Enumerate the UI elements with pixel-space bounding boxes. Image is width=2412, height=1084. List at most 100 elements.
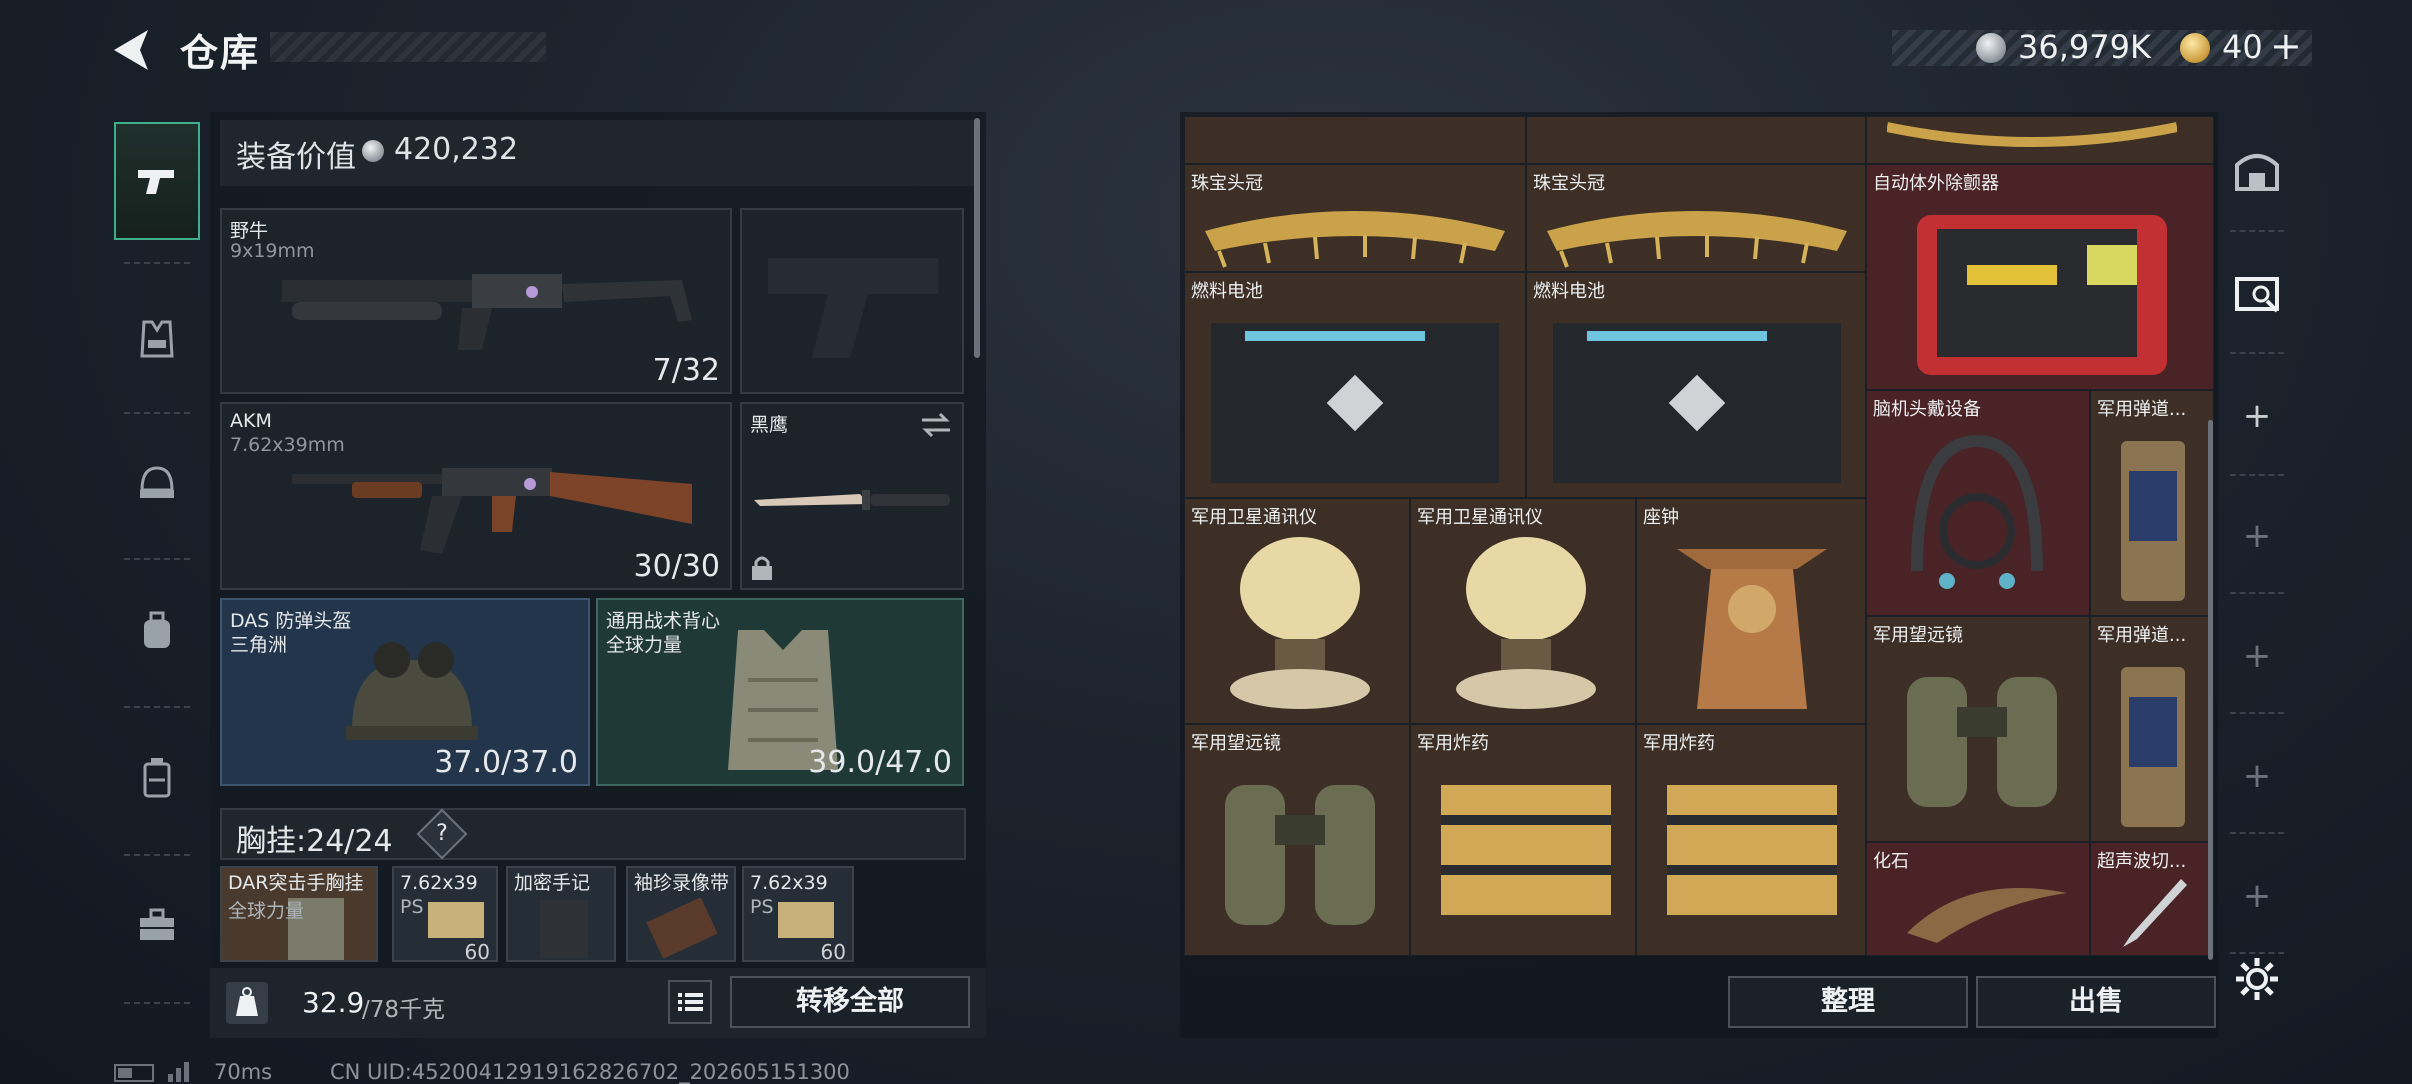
tab-backpacks[interactable] xyxy=(114,572,200,690)
rifle-image xyxy=(292,468,692,554)
notebook-image xyxy=(540,900,588,958)
stash-item[interactable]: 军用弹道... xyxy=(2090,390,2214,616)
add-storage-button[interactable]: + xyxy=(2218,396,2296,436)
transfer-all-button[interactable]: 转移全部 xyxy=(730,976,970,1028)
stash-item[interactable]: 珠宝头冠 xyxy=(1184,164,1526,272)
ammo-box-image xyxy=(778,902,834,938)
stash-scrollbar[interactable] xyxy=(2208,420,2213,960)
helmet-slot[interactable]: DAS 防弹头盔 三角洲 37.0/37.0 xyxy=(220,598,590,786)
list-view-button[interactable] xyxy=(668,980,712,1024)
stash-item[interactable]: 燃料电池 xyxy=(1184,272,1526,498)
add-storage-button[interactable]: + xyxy=(2218,516,2296,556)
stash-item[interactable]: 军用望远镜 xyxy=(1184,724,1410,956)
crown-image xyxy=(1547,211,1847,268)
explosive-crate-image xyxy=(1667,785,1837,915)
backpack-icon xyxy=(144,611,170,648)
settings-gear-icon[interactable] xyxy=(2234,956,2280,1002)
weapon-name: AKM xyxy=(230,410,272,432)
rig-item[interactable]: DAR突击手胸挂 全球力量 xyxy=(220,866,378,962)
stash-item[interactable]: 自动体外除颤器 xyxy=(1866,164,2214,390)
stash-grid: 珠宝头冠 珠宝头冠 自动体外除颤器 燃料电池 燃料电池 脑机头戴设备 军用弹道.… xyxy=(1184,116,2214,956)
back-arrow-icon xyxy=(114,30,148,70)
crown-image xyxy=(1205,211,1505,268)
tab-rigs[interactable] xyxy=(114,280,200,398)
stash-item[interactable]: 军用望远镜 xyxy=(1866,616,2090,842)
weapon-name: 野牛 xyxy=(230,220,269,242)
collection-icon xyxy=(2235,277,2279,313)
battery-icon xyxy=(114,1064,154,1082)
tab-storage[interactable] xyxy=(2218,112,2296,230)
primary-weapon-slot[interactable]: 野牛 9x19mm 7/32 xyxy=(220,208,732,394)
armor-slot[interactable]: 通用战术背心 全球力量 39.0/47.0 xyxy=(596,598,964,786)
add-gold-button[interactable]: + xyxy=(2270,24,2302,68)
page-title: 仓库 xyxy=(180,31,261,75)
loadout-scrollbar[interactable] xyxy=(974,118,980,358)
case-icon xyxy=(143,758,171,798)
helmet-name: DAS 防弹头盔 xyxy=(230,610,352,632)
signal-icon xyxy=(168,1062,189,1082)
secondary-weapon-slot[interactable]: AKM 7.62x39mm 30/30 xyxy=(220,402,732,590)
binoculars-image xyxy=(1225,785,1375,925)
sell-button[interactable]: 出售 xyxy=(1976,976,2216,1028)
stash-item[interactable]: 军用炸药 xyxy=(1636,724,1866,956)
equip-value-amount: 420,232 xyxy=(394,132,519,167)
tab-weapons[interactable] xyxy=(114,122,200,240)
helmet-faction: 三角洲 xyxy=(230,634,288,656)
silver-coin-icon xyxy=(362,140,384,162)
stash-item-partial[interactable] xyxy=(1184,116,1526,164)
add-storage-button[interactable]: + xyxy=(2218,876,2296,916)
weight-value: 32.9 xyxy=(302,986,365,1019)
toolbox-icon xyxy=(140,908,174,940)
pistol-silhouette-icon xyxy=(768,258,938,358)
stash-item[interactable]: 军用卫星通讯仪 xyxy=(1410,498,1636,724)
stash-item[interactable]: 超声波切... xyxy=(2090,842,2214,956)
silver-amount: 36,979K xyxy=(2018,28,2151,66)
tab-cases[interactable] xyxy=(114,718,200,836)
satellite-dish-image xyxy=(1456,537,1596,709)
headset-image xyxy=(1911,434,2043,589)
helmet-durability: 37.0/37.0 xyxy=(434,745,578,780)
tab-collection[interactable] xyxy=(2218,234,2296,352)
fuel-cell-image xyxy=(1211,323,1499,483)
stash-item[interactable]: 军用弹道... xyxy=(2090,616,2214,842)
stash-item-partial[interactable] xyxy=(1526,116,1866,164)
stash-item[interactable]: 军用卫星通讯仪 xyxy=(1184,498,1410,724)
stash-item[interactable]: 燃料电池 xyxy=(1526,272,1866,498)
equip-value-label: 装备价值 xyxy=(236,140,356,175)
explosive-crate-image xyxy=(1441,785,1611,915)
add-storage-button[interactable]: + xyxy=(2218,636,2296,676)
stash-item-partial[interactable] xyxy=(1866,116,2214,164)
sort-button[interactable]: 整理 xyxy=(1728,976,1968,1028)
storage-icon xyxy=(2235,154,2279,191)
add-storage-button[interactable]: + xyxy=(2218,756,2296,796)
rig-capacity: 胸挂:24/24 xyxy=(236,824,393,859)
stash-item[interactable]: 化石 xyxy=(1866,842,2090,956)
ping-readout: 70ms xyxy=(214,1060,273,1084)
stash-item[interactable]: 珠宝头冠 xyxy=(1526,164,1866,272)
stash-item[interactable]: 座钟 xyxy=(1636,498,1866,724)
vest-durability: 39.0/47.0 xyxy=(808,745,952,780)
stash-item[interactable]: 军用炸药 xyxy=(1410,724,1636,956)
weight-icon xyxy=(226,982,268,1024)
fossil-image xyxy=(1907,888,2067,943)
melee-name: 黑鹰 xyxy=(750,414,789,436)
lock-icon xyxy=(752,556,772,580)
tab-tools[interactable] xyxy=(114,866,200,984)
rig-item[interactable]: 7.62x39 PS 60 xyxy=(392,866,498,962)
fuel-cell-image xyxy=(1553,323,1841,483)
ammo-box-image xyxy=(428,902,484,938)
rig-item[interactable]: 7.62x39 PS 60 xyxy=(742,866,854,962)
swap-icon[interactable] xyxy=(920,412,952,438)
rig-item[interactable]: 袖珍录像带 xyxy=(626,866,736,962)
tab-helmets[interactable] xyxy=(114,424,200,542)
knife-image xyxy=(754,490,950,510)
rig-item[interactable]: 加密手记 xyxy=(506,866,616,962)
weapon-ammo: 7/32 xyxy=(652,353,720,388)
melee-slot[interactable]: 黑鹰 xyxy=(740,402,964,590)
stash-item[interactable]: 脑机头戴设备 xyxy=(1866,390,2090,616)
binoculars-image xyxy=(1907,677,2057,807)
sidearm-slot[interactable] xyxy=(740,208,964,394)
vest-faction: 全球力量 xyxy=(606,634,683,656)
back-button[interactable] xyxy=(108,26,158,74)
defibrillator-image xyxy=(1917,215,2167,375)
